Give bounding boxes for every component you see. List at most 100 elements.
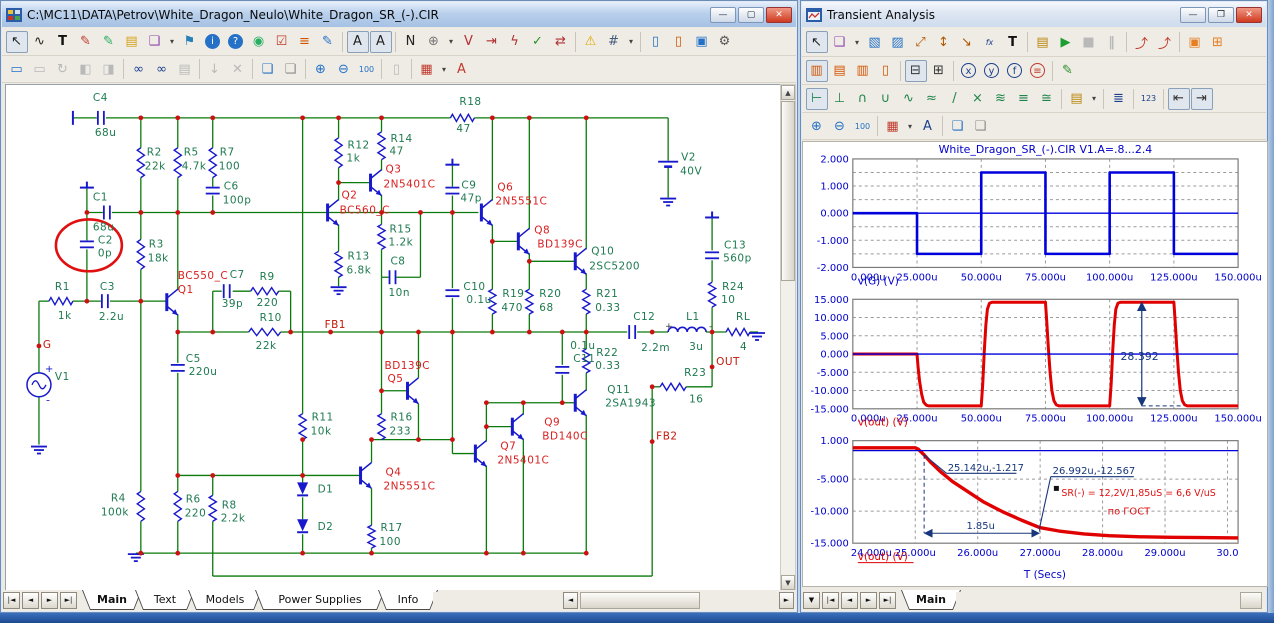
palette-dropdown-button[interactable]: ▾: [439, 58, 450, 80]
scope-window-button[interactable]: ▨: [887, 31, 909, 53]
color-palette-button[interactable]: ▦: [416, 58, 438, 80]
zoom-in-button[interactable]: ⊕: [806, 115, 828, 137]
list-items-button[interactable]: ≡: [294, 31, 316, 53]
font-color-button[interactable]: A: [451, 58, 473, 80]
maximize-button[interactable]: ▢: [738, 7, 764, 23]
analysis-titlebar[interactable]: Transient Analysis —❐✕: [802, 2, 1266, 27]
shape-dropdown-button[interactable]: ▾: [167, 31, 178, 53]
model-check-button[interactable]: ☑: [271, 31, 293, 53]
font-button[interactable]: A: [917, 115, 939, 137]
vertical-scroll-thumb[interactable]: [781, 101, 795, 281]
bring-to-front-button[interactable]: ❏: [257, 58, 279, 80]
plot-layout-separate-button[interactable]: ▯: [875, 60, 897, 82]
all-branches-button[interactable]: ≡: [1013, 88, 1035, 110]
select-frame-button[interactable]: ▣: [1184, 31, 1206, 53]
stop-disabled-button[interactable]: ✕: [227, 58, 249, 80]
last-page-button[interactable]: ►|: [879, 592, 896, 609]
send-to-back-button[interactable]: ❏: [970, 115, 992, 137]
first-page-button[interactable]: |◄: [822, 592, 839, 609]
next-page-button[interactable]: ►: [860, 592, 877, 609]
text-mode-button[interactable]: T: [52, 31, 74, 53]
step-down-button[interactable]: ↓: [204, 58, 226, 80]
grid-toggle-button[interactable]: #: [603, 31, 625, 53]
line-draw-button[interactable]: ✎: [75, 31, 97, 53]
close-button[interactable]: ✕: [1236, 7, 1262, 23]
horizontal-scroll-thumb[interactable]: [580, 592, 700, 609]
valley-button[interactable]: ∪: [875, 88, 897, 110]
rotate-button[interactable]: ↻: [52, 58, 74, 80]
schematic-vertical-scrollbar[interactable]: ▲ ▼: [780, 84, 796, 591]
minimize-button[interactable]: —: [710, 7, 736, 23]
page-edit-button[interactable]: ✎: [317, 31, 339, 53]
prev-page-button[interactable]: ◄: [841, 592, 858, 609]
scroll-right-button[interactable]: ►: [779, 592, 794, 609]
link-tool-button[interactable]: ◉: [248, 31, 270, 53]
analog-run-2-button[interactable]: ⤴: [1154, 31, 1176, 53]
inflection-button[interactable]: ×: [967, 88, 989, 110]
preferences-button[interactable]: ⚙: [714, 31, 736, 53]
info-tool-button[interactable]: i: [202, 31, 224, 53]
cursor-right-button[interactable]: ⇥: [1191, 88, 1213, 110]
node-numbers-button[interactable]: ⊕: [423, 31, 445, 53]
branch-families-button[interactable]: ≅: [1036, 88, 1058, 110]
zoom-out-button[interactable]: ⊖: [829, 115, 851, 137]
low-button[interactable]: ≈: [921, 88, 943, 110]
plot-layout-overlap-button[interactable]: ▥: [852, 60, 874, 82]
bus-component-button[interactable]: ▤: [121, 31, 143, 53]
shape-dropdown-button[interactable]: ▾: [852, 31, 863, 53]
bring-to-front-button[interactable]: ❏: [947, 115, 969, 137]
schematic-horizontal-scrollbar[interactable]: ◄ ►: [433, 592, 794, 609]
schematic-titlebar[interactable]: C:\MC11\DATA\Petrov\White_Dragon_Neulo\W…: [2, 2, 796, 27]
prev-tab-button[interactable]: ◄: [22, 592, 39, 609]
shape-tools-button[interactable]: ❑: [144, 31, 166, 53]
tag-formula-button[interactable]: fx: [979, 31, 1001, 53]
tab-power-supplies[interactable]: Power Supplies: [255, 590, 385, 610]
scroll-down-button[interactable]: ▼: [781, 575, 795, 590]
crosshair-axes-button[interactable]: ⊞: [928, 60, 950, 82]
select-mode-button[interactable]: ↖: [6, 31, 28, 53]
display-dropdown-button[interactable]: ▾: [446, 31, 457, 53]
tab-models[interactable]: Models: [188, 590, 262, 610]
analysis-scroll-thumb[interactable]: [1240, 592, 1262, 609]
show-pin-connections-button[interactable]: ⇄: [550, 31, 572, 53]
close-button[interactable]: ✕: [766, 7, 792, 23]
send-to-back-button[interactable]: ❏: [280, 58, 302, 80]
find-text-button[interactable]: A: [347, 31, 369, 53]
x-scale-button[interactable]: x: [958, 60, 980, 82]
pan-region-button[interactable]: ▭: [29, 58, 51, 80]
cursor-left-button[interactable]: ⇤: [1168, 88, 1190, 110]
find-waveform-button[interactable]: A: [370, 31, 392, 53]
edit-grid-button[interactable]: ✎: [1057, 60, 1079, 82]
tab-main[interactable]: Main: [82, 590, 142, 610]
select-border-button[interactable]: ▣: [691, 31, 713, 53]
shape-tools-button[interactable]: ❑: [829, 31, 851, 53]
grid-dropdown-button[interactable]: ▾: [626, 31, 637, 53]
show-voltages-button[interactable]: V: [458, 31, 480, 53]
text-page-button[interactable]: ▯: [668, 31, 690, 53]
format-list-button[interactable]: ≡: [1027, 60, 1049, 82]
restore-button[interactable]: ❐: [1208, 7, 1234, 23]
warnings-button[interactable]: ⚠: [580, 31, 602, 53]
select-mode-button[interactable]: ↖: [806, 31, 828, 53]
flip-y-button[interactable]: ◨: [98, 58, 120, 80]
y-scale-button[interactable]: y: [981, 60, 1003, 82]
waveform-plot-area[interactable]: 2.0001.0000.000-1.000-2.0000.000u25.000u…: [802, 141, 1268, 587]
polyline-draw-button[interactable]: ✎: [98, 31, 120, 53]
analog-run-1-button[interactable]: ⤴: [1131, 31, 1153, 53]
stop-button[interactable]: ■: [1078, 31, 1100, 53]
scale-mode-button[interactable]: ⤢: [910, 31, 932, 53]
select-region-button[interactable]: ▭: [6, 58, 28, 80]
minimize-button[interactable]: —: [1180, 7, 1206, 23]
find-button[interactable]: ∞: [151, 58, 173, 80]
show-conditions-button[interactable]: ✓: [527, 31, 549, 53]
node-names-button[interactable]: N: [400, 31, 422, 53]
palette-dropdown-button[interactable]: ▾: [905, 115, 916, 137]
wire-mode-button[interactable]: ∿: [29, 31, 51, 53]
notes-button[interactable]: ▤: [174, 58, 196, 80]
slope-button[interactable]: /: [944, 88, 966, 110]
tab-main[interactable]: Main: [901, 590, 961, 610]
zoom-in-button[interactable]: ⊕: [310, 58, 332, 80]
new-page-button[interactable]: ▯: [645, 31, 667, 53]
text-mode-button[interactable]: T: [1002, 31, 1024, 53]
schematic-canvas[interactable]: +-C468uR222kR54.7kR7100C6100pC168uC20pR3…: [5, 84, 782, 591]
